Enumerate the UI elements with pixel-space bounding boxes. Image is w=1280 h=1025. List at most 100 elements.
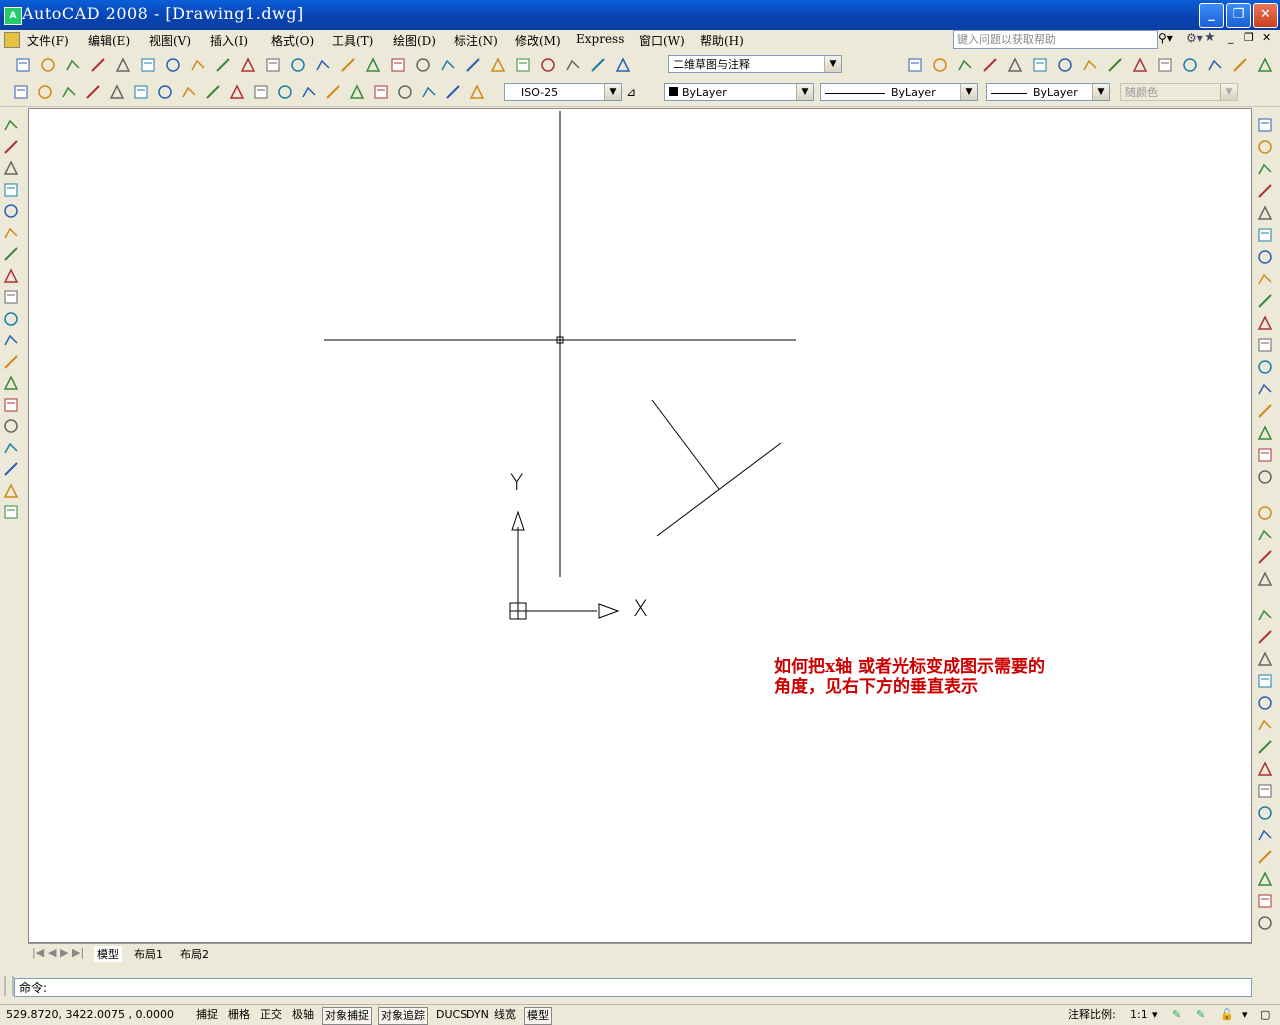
arc-icon[interactable] bbox=[2, 224, 22, 244]
extend-icon[interactable] bbox=[1256, 336, 1276, 356]
block-editor-icon[interactable] bbox=[289, 56, 307, 74]
aligned-dim-icon[interactable] bbox=[36, 83, 54, 101]
hatch-icon[interactable] bbox=[2, 417, 22, 437]
menu-tools[interactable]: 工具(T) bbox=[332, 32, 373, 49]
join-icon[interactable] bbox=[1256, 402, 1276, 422]
plot-preview-icon[interactable] bbox=[114, 56, 132, 74]
linear-dim-icon[interactable] bbox=[12, 83, 30, 101]
3d-dwf-icon[interactable] bbox=[1056, 56, 1074, 74]
undo-icon[interactable] bbox=[1206, 56, 1224, 74]
copy-icon[interactable] bbox=[1106, 56, 1124, 74]
tab-nav-prev-icon[interactable]: ◀ bbox=[48, 946, 56, 959]
layer-previous-icon[interactable] bbox=[1256, 548, 1276, 568]
menu-express[interactable]: Express bbox=[576, 32, 624, 46]
chevron-down-icon[interactable]: ▼ bbox=[960, 84, 977, 100]
dim-edit-icon[interactable] bbox=[420, 83, 438, 101]
print-icon[interactable] bbox=[981, 56, 999, 74]
dim-text-edit-icon[interactable] bbox=[444, 83, 462, 101]
inspection-icon[interactable] bbox=[372, 83, 390, 101]
pan-icon[interactable] bbox=[364, 56, 382, 74]
sheet-set-icon[interactable] bbox=[539, 56, 557, 74]
angular-dim-icon[interactable] bbox=[180, 83, 198, 101]
tab-nav-last-icon[interactable]: ▶| bbox=[72, 946, 84, 959]
chevron-down-icon[interactable]: ▾ bbox=[1150, 1007, 1160, 1023]
extrude-icon[interactable] bbox=[1256, 826, 1276, 846]
erase-icon[interactable] bbox=[1256, 116, 1276, 136]
diameter-dim-icon[interactable] bbox=[156, 83, 174, 101]
doc-restore-button[interactable]: ❐ bbox=[1244, 31, 1254, 44]
save-icon[interactable] bbox=[64, 56, 82, 74]
clean-screen-icon[interactable]: ▢ bbox=[1258, 1007, 1272, 1023]
dim-style-manager-icon[interactable]: ⊿ bbox=[626, 85, 636, 99]
ellipse-icon[interactable] bbox=[2, 310, 22, 330]
dim-style-select[interactable]: ISO-25 ▼ bbox=[504, 83, 622, 101]
3d-dwf-icon[interactable] bbox=[164, 56, 182, 74]
doc-minimize-button[interactable]: _ bbox=[1228, 31, 1234, 44]
spline-icon[interactable] bbox=[2, 288, 22, 308]
make-current-icon[interactable] bbox=[1256, 570, 1276, 590]
ellipse-arc-icon[interactable] bbox=[2, 331, 22, 351]
array-icon[interactable] bbox=[1256, 204, 1276, 224]
zoom-previous-icon[interactable] bbox=[439, 56, 457, 74]
design-center-icon[interactable] bbox=[489, 56, 507, 74]
paste-icon[interactable] bbox=[1131, 56, 1149, 74]
revolve-icon[interactable] bbox=[1256, 892, 1276, 912]
drawing-canvas[interactable]: Y X 如何把x轴 或者光标变成图示需要的 角度，见右下方的垂直表示 bbox=[28, 108, 1252, 943]
baseline-dim-icon[interactable] bbox=[228, 83, 246, 101]
doc-close-button[interactable]: ✕ bbox=[1262, 31, 1271, 44]
helix-icon[interactable] bbox=[1256, 782, 1276, 802]
open-icon[interactable] bbox=[931, 56, 949, 74]
chevron-down-icon[interactable]: ▼ bbox=[1092, 84, 1109, 100]
toolbar-lock-icon[interactable]: 🔓 bbox=[1218, 1007, 1236, 1023]
dim-update-icon[interactable] bbox=[468, 83, 486, 101]
menu-modify[interactable]: 修改(M) bbox=[515, 32, 561, 49]
status-toggle-1[interactable]: 栅格 bbox=[226, 1007, 252, 1023]
favorites-icon[interactable]: ★ bbox=[1204, 30, 1216, 45]
construction-line-icon[interactable] bbox=[2, 138, 22, 158]
scale-icon[interactable] bbox=[1256, 270, 1276, 290]
print-icon[interactable] bbox=[89, 56, 107, 74]
publish-icon[interactable] bbox=[139, 56, 157, 74]
tolerance-icon[interactable] bbox=[324, 83, 342, 101]
copy-object-icon[interactable] bbox=[1256, 138, 1276, 158]
status-toggle-2[interactable]: 正交 bbox=[258, 1007, 284, 1023]
command-grip-icon[interactable] bbox=[4, 976, 14, 996]
polygon-icon[interactable] bbox=[2, 181, 22, 201]
offset-icon[interactable] bbox=[1256, 182, 1276, 202]
polysolid-icon[interactable] bbox=[1256, 606, 1276, 626]
menu-window[interactable]: 窗口(W) bbox=[639, 32, 685, 49]
status-toggle-9[interactable]: 模型 bbox=[524, 1007, 552, 1025]
point-icon[interactable] bbox=[2, 396, 22, 416]
dim-break-icon[interactable] bbox=[300, 83, 318, 101]
pan-icon[interactable] bbox=[1256, 56, 1274, 74]
status-toggle-8[interactable]: 线宽 bbox=[492, 1007, 518, 1023]
cylinder-icon[interactable] bbox=[1256, 716, 1276, 736]
redo-icon[interactable] bbox=[339, 56, 357, 74]
region-icon[interactable] bbox=[2, 460, 22, 480]
status-toggle-0[interactable]: 捕捉 bbox=[194, 1007, 220, 1023]
ordinate-dim-icon[interactable] bbox=[84, 83, 102, 101]
fillet-icon[interactable] bbox=[1256, 446, 1276, 466]
status-menu-icon[interactable]: ▾ bbox=[1240, 1007, 1250, 1023]
markup-icon[interactable] bbox=[564, 56, 582, 74]
tab-nav-first-icon[interactable]: |◀ bbox=[32, 946, 44, 959]
tab-nav-next-icon[interactable]: ▶ bbox=[60, 946, 68, 959]
coordinate-display[interactable]: 529.8720, 3422.0075 , 0.0000 bbox=[4, 1007, 176, 1023]
menu-draw[interactable]: 绘图(D) bbox=[393, 32, 436, 49]
auto-scale-icon[interactable]: ✎ bbox=[1194, 1007, 1207, 1023]
radius-dim-icon[interactable] bbox=[108, 83, 126, 101]
arc-length-icon[interactable] bbox=[60, 83, 78, 101]
layer-manager-icon[interactable] bbox=[1256, 504, 1276, 524]
communication-center-icon[interactable]: ⚙▾ bbox=[1186, 31, 1203, 45]
layer-state-icon[interactable] bbox=[1256, 526, 1276, 546]
zoom-window-icon[interactable] bbox=[414, 56, 432, 74]
menu-format[interactable]: 格式(O) bbox=[271, 32, 314, 49]
block-editor-icon[interactable] bbox=[1181, 56, 1199, 74]
status-toggle-5[interactable]: 对象追踪 bbox=[378, 1007, 428, 1025]
insert-block-icon[interactable] bbox=[2, 353, 22, 373]
cut-icon[interactable] bbox=[189, 56, 207, 74]
gradient-icon[interactable] bbox=[2, 439, 22, 459]
center-mark-icon[interactable] bbox=[348, 83, 366, 101]
menu-edit[interactable]: 编辑(E) bbox=[88, 32, 130, 49]
chamfer-icon[interactable] bbox=[1256, 424, 1276, 444]
